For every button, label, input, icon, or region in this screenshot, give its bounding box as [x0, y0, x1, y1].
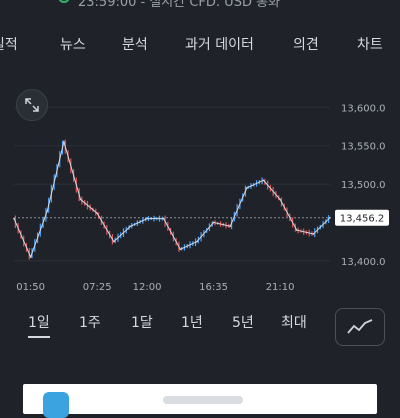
data-point — [63, 141, 65, 143]
data-point — [146, 217, 148, 220]
app-icon — [43, 392, 69, 418]
tab-earnings[interactable]: 실적 — [0, 34, 18, 54]
data-point — [246, 187, 248, 189]
range-5y[interactable]: 5년 — [232, 312, 254, 332]
ad-banner[interactable] — [23, 384, 377, 418]
range-max[interactable]: 최대 — [281, 312, 307, 332]
status-header: 23:59:00 - 실시간 CFD. USD 통화 — [0, 0, 400, 18]
market-status-text: 23:59:00 - 실시간 CFD. USD 통화 — [78, 0, 281, 10]
data-point — [279, 198, 281, 201]
current-price-label: 13,456.2 — [340, 214, 385, 225]
tab-analysis[interactable]: 분석 — [122, 34, 148, 54]
data-point — [129, 225, 132, 228]
zoom-button[interactable] — [16, 89, 48, 121]
tab-bar: 실적 뉴스 분석 과거 데이터 의견 차트 — [0, 34, 400, 64]
y-tick-label: 13,600.0 — [341, 103, 386, 114]
x-tick-label: 01:50 — [16, 282, 45, 293]
y-tick-label: 13,400.0 — [341, 257, 386, 268]
data-point — [196, 240, 198, 243]
x-tick-label: 07:25 — [83, 282, 112, 293]
series-line — [13, 139, 331, 259]
data-point — [295, 229, 298, 231]
expand-icon — [25, 98, 39, 112]
placeholder-bar — [163, 396, 243, 404]
data-point — [112, 240, 115, 243]
data-point — [29, 256, 32, 258]
data-point — [162, 217, 165, 220]
range-1d[interactable]: 1일 — [28, 312, 50, 338]
price-chart[interactable]: 13,600.0 13,550.0 13,500.0 13,400.0 01:50 07:… — [0, 80, 400, 300]
live-status-icon — [58, 0, 70, 3]
x-tick-label: 16:35 — [199, 282, 228, 293]
x-tick-label: 21:10 — [266, 282, 295, 293]
data-point — [329, 216, 331, 219]
data-point — [79, 198, 82, 201]
data-point — [96, 212, 98, 215]
tab-news[interactable]: 뉴스 — [60, 34, 86, 54]
range-1m[interactable]: 1달 — [131, 312, 153, 332]
y-tick-label: 13,500.0 — [341, 180, 386, 191]
line-chart-icon — [347, 319, 373, 334]
data-point — [229, 225, 232, 228]
range-1y[interactable]: 1년 — [181, 312, 203, 332]
data-point — [262, 179, 265, 182]
range-1w[interactable]: 1주 — [79, 312, 101, 332]
tab-historical-data[interactable]: 과거 데이터 — [185, 34, 254, 54]
x-tick-label: 12:00 — [133, 282, 162, 293]
data-point — [212, 221, 215, 224]
data-point — [179, 248, 182, 251]
tab-chart[interactable]: 차트 — [357, 34, 383, 54]
chart-type-button[interactable] — [335, 308, 385, 346]
data-point — [312, 233, 315, 235]
data-point — [13, 217, 15, 220]
data-point — [46, 210, 49, 212]
y-tick-label: 13,550.0 — [341, 142, 386, 153]
tab-opinions[interactable]: 의견 — [293, 34, 319, 54]
